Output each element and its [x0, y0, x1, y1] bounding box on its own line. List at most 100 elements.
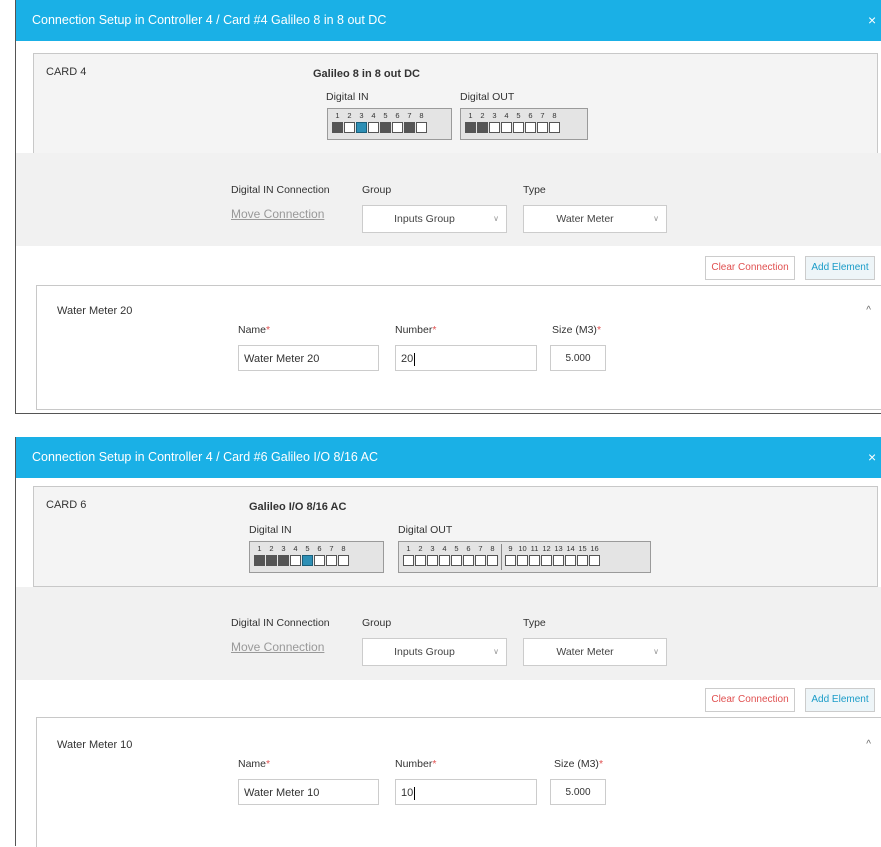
- io-port[interactable]: 11: [529, 544, 540, 566]
- io-port-number: 8: [490, 544, 495, 553]
- io-port[interactable]: 14: [565, 544, 576, 566]
- element-section: Water Meter 10 ^ Name* Number* Size (M3)…: [36, 717, 881, 847]
- card-model: Galileo I/O 8/16 AC: [249, 501, 347, 513]
- group-select[interactable]: Inputs Group ∨: [362, 638, 507, 666]
- io-port[interactable]: 2: [415, 544, 426, 566]
- io-port[interactable]: 2: [266, 544, 277, 566]
- move-connection-link[interactable]: Move Connection: [231, 640, 324, 654]
- type-select[interactable]: Water Meter ∨: [523, 205, 667, 233]
- io-port-number: 3: [281, 544, 286, 553]
- io-port[interactable]: 4: [290, 544, 301, 566]
- io-port[interactable]: 8: [487, 544, 498, 566]
- io-port[interactable]: 2: [477, 111, 488, 133]
- add-element-button[interactable]: Add Element: [805, 256, 875, 280]
- group-select[interactable]: Inputs Group ∨: [362, 205, 507, 233]
- connection-label: Digital IN Connection: [231, 617, 330, 629]
- io-port-indicator: [537, 122, 548, 133]
- io-port-indicator: [549, 122, 560, 133]
- name-input[interactable]: Water Meter 20: [238, 345, 379, 371]
- close-icon[interactable]: ×: [868, 0, 881, 41]
- io-port-number: 2: [269, 544, 274, 553]
- number-input[interactable]: 10: [395, 779, 537, 805]
- io-port[interactable]: 16: [589, 544, 600, 566]
- io-port-indicator: [415, 555, 426, 566]
- clear-connection-button[interactable]: Clear Connection: [705, 256, 795, 280]
- io-port[interactable]: 15: [577, 544, 588, 566]
- io-port-indicator: [314, 555, 325, 566]
- io-port[interactable]: 8: [338, 544, 349, 566]
- io-port-number: 7: [540, 111, 545, 120]
- io-port[interactable]: 3: [489, 111, 500, 133]
- io-port[interactable]: 8: [549, 111, 560, 133]
- type-select-value: Water Meter: [556, 213, 614, 225]
- io-port-indicator: [577, 555, 588, 566]
- io-port[interactable]: 3: [356, 111, 367, 133]
- io-port[interactable]: 1: [332, 111, 343, 133]
- io-port[interactable]: 6: [314, 544, 325, 566]
- io-port-indicator: [487, 555, 498, 566]
- io-port-indicator: [368, 122, 379, 133]
- type-select[interactable]: Water Meter ∨: [523, 638, 667, 666]
- io-port[interactable]: 6: [463, 544, 474, 566]
- io-port-number: 3: [492, 111, 497, 120]
- io-port-indicator: [278, 555, 289, 566]
- io-port[interactable]: 1: [465, 111, 476, 133]
- io-port-indicator: [529, 555, 540, 566]
- io-port-indicator: [541, 555, 552, 566]
- io-port[interactable]: 7: [404, 111, 415, 133]
- io-port-indicator: [451, 555, 462, 566]
- io-port[interactable]: 13: [553, 544, 564, 566]
- clear-connection-button[interactable]: Clear Connection: [705, 688, 795, 712]
- io-port[interactable]: 5: [451, 544, 462, 566]
- connection-setup-dialog-card6: Connection Setup in Controller 4 / Card …: [15, 437, 881, 847]
- io-port[interactable]: 3: [278, 544, 289, 566]
- io-port-indicator: [403, 555, 414, 566]
- io-port-number: 14: [566, 544, 575, 553]
- chevron-down-icon: ∨: [653, 647, 659, 656]
- io-port[interactable]: 7: [537, 111, 548, 133]
- size-input[interactable]: 5.000: [550, 779, 606, 805]
- io-port-number: 4: [371, 111, 376, 120]
- io-port[interactable]: 1: [254, 544, 265, 566]
- io-port-number: 4: [293, 544, 298, 553]
- add-element-button[interactable]: Add Element: [805, 688, 875, 712]
- io-port[interactable]: 5: [302, 544, 313, 566]
- io-port[interactable]: 4: [501, 111, 512, 133]
- size-input[interactable]: 5.000: [550, 345, 606, 371]
- io-port-number: 13: [554, 544, 563, 553]
- io-port[interactable]: 7: [475, 544, 486, 566]
- group-select-value: Inputs Group: [394, 213, 455, 225]
- connection-setup-dialog-card4: Connection Setup in Controller 4 / Card …: [15, 0, 881, 414]
- card-label: CARD 4: [46, 66, 87, 78]
- io-port-number: 16: [590, 544, 599, 553]
- io-port[interactable]: 10: [517, 544, 528, 566]
- number-label: Number*: [395, 324, 437, 336]
- io-port-indicator: [501, 122, 512, 133]
- io-port[interactable]: 12: [541, 544, 552, 566]
- io-port[interactable]: 2: [344, 111, 355, 133]
- io-port[interactable]: 3: [427, 544, 438, 566]
- collapse-icon[interactable]: ^: [866, 739, 871, 750]
- io-port[interactable]: 6: [525, 111, 536, 133]
- io-port-indicator: [332, 122, 343, 133]
- io-port[interactable]: 1: [403, 544, 414, 566]
- io-port[interactable]: 9: [505, 544, 516, 566]
- io-port[interactable]: 4: [439, 544, 450, 566]
- io-port[interactable]: 5: [513, 111, 524, 133]
- io-port-number: 7: [407, 111, 412, 120]
- number-input[interactable]: 20: [395, 345, 537, 371]
- io-port[interactable]: 8: [416, 111, 427, 133]
- close-icon[interactable]: ×: [868, 437, 881, 478]
- io-port-indicator: [290, 555, 301, 566]
- io-port[interactable]: 4: [368, 111, 379, 133]
- io-port-indicator: [344, 122, 355, 133]
- io-port[interactable]: 7: [326, 544, 337, 566]
- move-connection-link[interactable]: Move Connection: [231, 207, 324, 221]
- io-port[interactable]: 6: [392, 111, 403, 133]
- name-input[interactable]: Water Meter 10: [238, 779, 379, 805]
- size-label: Size (M3)*: [552, 324, 602, 336]
- io-port[interactable]: 5: [380, 111, 391, 133]
- io-port-number: 4: [442, 544, 447, 553]
- connection-settings: Digital IN Connection Move Connection Gr…: [16, 153, 881, 246]
- collapse-icon[interactable]: ^: [866, 305, 871, 316]
